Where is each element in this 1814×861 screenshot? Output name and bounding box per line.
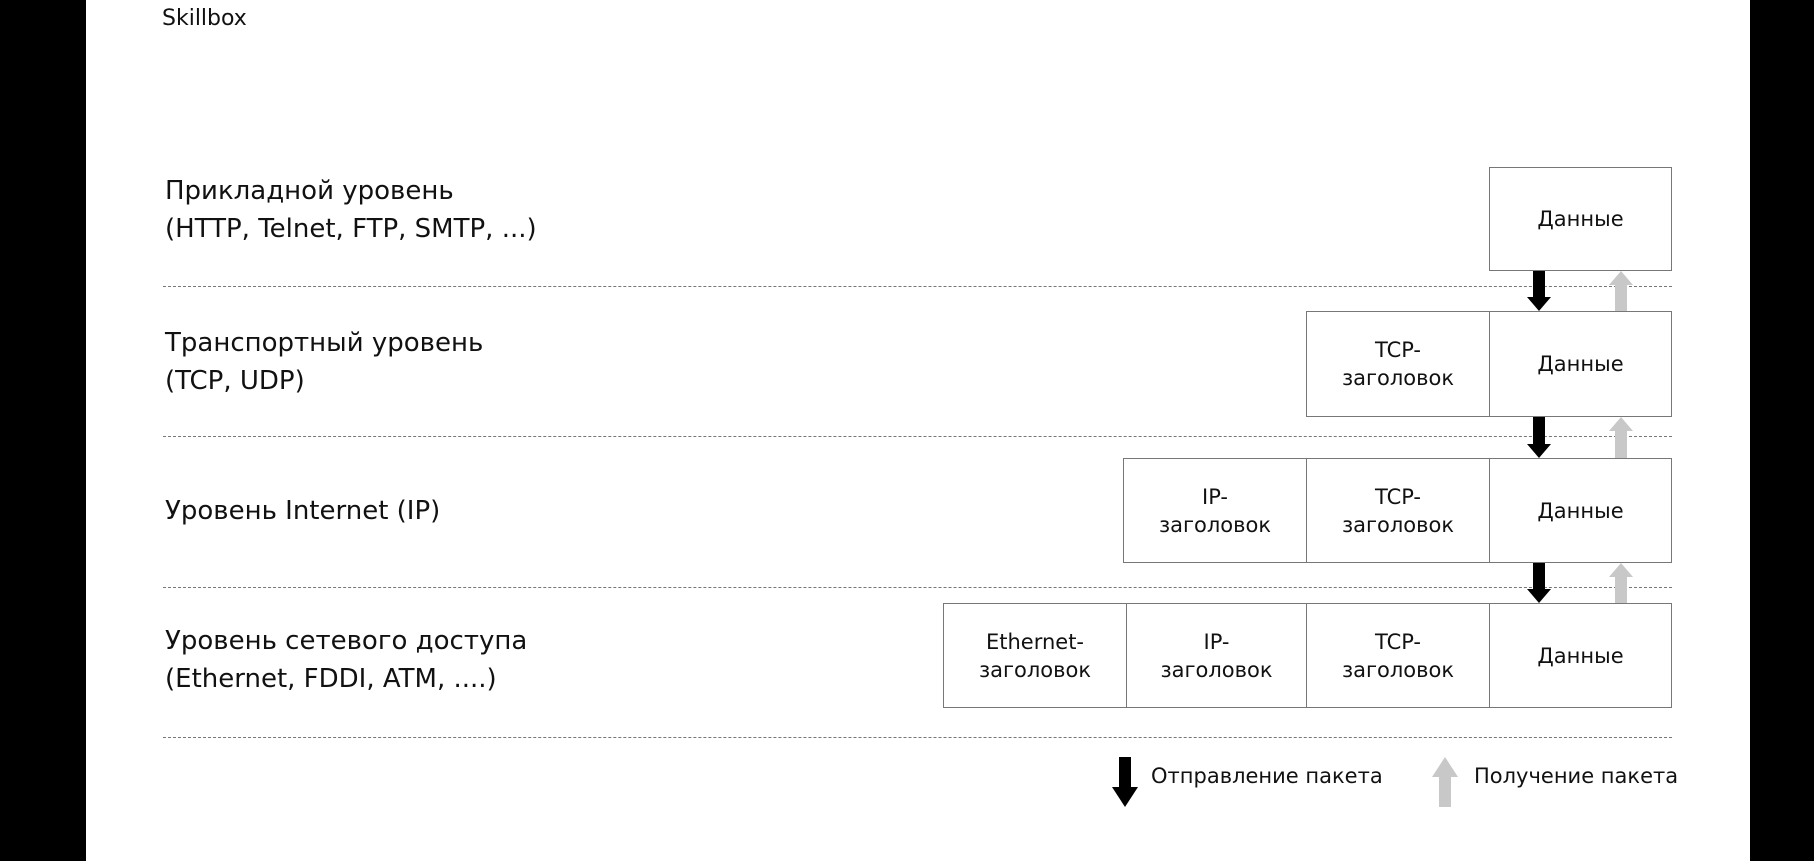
- layer-label: Уровень сетевого доступа (Ethernet, FDDI,…: [165, 622, 527, 698]
- layer-divider: [163, 436, 1672, 437]
- layer-divider: [163, 286, 1672, 287]
- layer-protocols: (Ethernet, FDDI, ATM, ....): [165, 664, 497, 694]
- packet-cell: Данные: [1489, 311, 1672, 417]
- layer-protocols: (TCP, UDP): [165, 366, 305, 396]
- packet-cell: Данные: [1489, 458, 1672, 563]
- packet-cell: TCP- заголовок: [1306, 603, 1490, 708]
- packet-cell: Ethernet- заголовок: [943, 603, 1127, 708]
- packet-cell-label: Данные: [1537, 352, 1624, 376]
- receive-arrow-icon: [1609, 271, 1633, 311]
- layer-label: Прикладной уровень (HTTP, Telnet, FTP, SM…: [165, 172, 537, 248]
- layer-name: Уровень сетевого доступа: [165, 626, 528, 656]
- packet-cell-label: TCP- заголовок: [1341, 484, 1455, 537]
- legend-receive-label: Получение пакета: [1474, 764, 1679, 788]
- legend-receive-arrow-icon: [1432, 757, 1458, 807]
- layer-divider: [163, 737, 1672, 738]
- packet-cell-label: Данные: [1537, 207, 1624, 231]
- layer-label: Транспортный уровень (TCP, UDP): [165, 324, 483, 400]
- layer-name: Уровень Internet (IP): [165, 496, 441, 526]
- layer-protocols: (HTTP, Telnet, FTP, SMTP, ...): [165, 214, 537, 244]
- packet-cell-label: Данные: [1537, 643, 1624, 668]
- packet-cell: IP- заголовок: [1126, 603, 1307, 708]
- packet-cell: IP- заголовок: [1123, 458, 1307, 563]
- packet-cell: Данные: [1489, 167, 1672, 271]
- receive-arrow-icon: [1609, 417, 1633, 458]
- packet-cell-label: TCP- заголовок: [1341, 629, 1455, 682]
- receive-arrow-icon: [1609, 563, 1633, 603]
- brand-logo-text: Skillbox: [162, 6, 247, 31]
- slide-panel: [86, 0, 1750, 861]
- send-arrow-icon: [1527, 271, 1551, 311]
- layer-label: Уровень Internet (IP): [165, 492, 440, 530]
- packet-cell-label: IP- заголовок: [1158, 484, 1272, 537]
- layer-name: Транспортный уровень: [165, 328, 484, 358]
- legend-send-label: Отправление пакета: [1151, 764, 1383, 788]
- packet-cell-label: Данные: [1537, 498, 1624, 523]
- layer-divider: [163, 587, 1672, 588]
- send-arrow-icon: [1527, 417, 1551, 458]
- packet-cell-label: IP- заголовок: [1160, 629, 1273, 682]
- packet-cell-label: Ethernet- заголовок: [978, 629, 1092, 682]
- packet-cell-label: TCP- заголовок: [1341, 338, 1455, 390]
- layer-name: Прикладной уровень: [165, 176, 454, 206]
- send-arrow-icon: [1527, 563, 1551, 603]
- packet-cell: Данные: [1489, 603, 1672, 708]
- packet-cell: TCP- заголовок: [1306, 311, 1490, 417]
- packet-cell: TCP- заголовок: [1306, 458, 1490, 563]
- legend-send-arrow-icon: [1112, 757, 1138, 807]
